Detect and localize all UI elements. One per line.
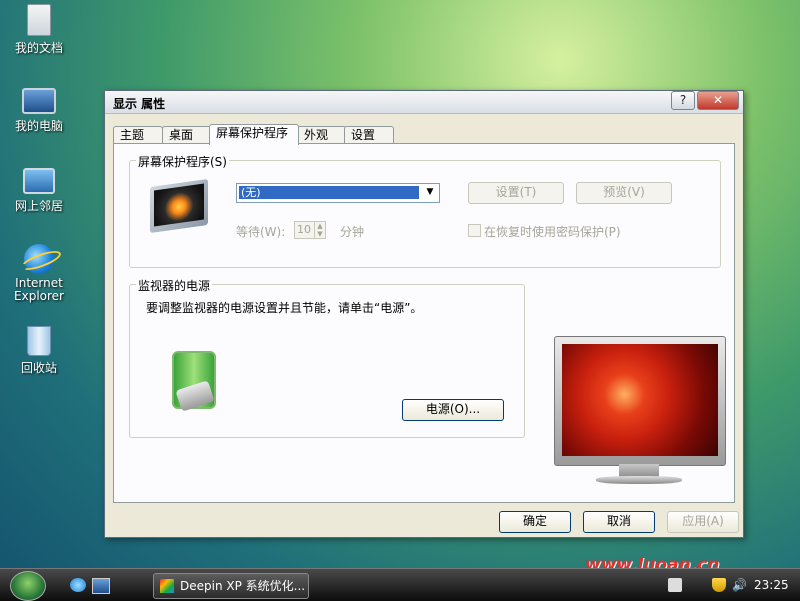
desktop-icon-documents[interactable]: 我的文档: [4, 4, 74, 56]
power-button[interactable]: 电源(O)...: [402, 399, 504, 421]
screensaver-preview-button[interactable]: 预览(V): [576, 182, 672, 204]
screensaver-group-label: 屏幕保护程序(S): [136, 153, 229, 170]
screensaver-select[interactable]: (无) ▼: [236, 183, 440, 203]
close-button[interactable]: ✕: [697, 91, 739, 110]
preview-screen: [562, 344, 718, 456]
desktop-icon-label: 我的文档: [14, 41, 63, 55]
power-description: 要调整监视器的电源设置并且节能，请单击“电源”。: [146, 301, 423, 315]
chevron-down-icon[interactable]: ▼: [422, 185, 438, 200]
dialog-title: 显示 属性: [113, 97, 166, 111]
ie-icon: [24, 244, 54, 274]
task-label: Deepin XP 系统优化...: [180, 579, 306, 593]
display-properties-dialog: 显示 属性 ? ✕ 主题 桌面 屏幕保护程序 外观 设置 屏幕保护程序(S) (…: [104, 90, 744, 538]
dialog-titlebar[interactable]: 显示 属性 ? ✕: [105, 91, 743, 114]
tab-settings[interactable]: 设置: [344, 126, 394, 144]
desktop-icon-label: 回收站: [20, 361, 57, 375]
screensaver-settings-button[interactable]: 设置(T): [468, 182, 564, 204]
app-icon: [160, 579, 174, 593]
keyboard-icon[interactable]: [668, 578, 682, 592]
clock[interactable]: 23:25: [754, 578, 789, 592]
documents-icon: [27, 4, 51, 36]
tab-appearance[interactable]: 外观: [297, 126, 347, 144]
wait-label: 等待(W):: [236, 225, 286, 239]
tab-screensaver[interactable]: 屏幕保护程序: [209, 124, 299, 145]
ok-button[interactable]: 确定: [499, 511, 571, 533]
desktop-icon-label: Internet Explorer: [14, 276, 64, 303]
taskbar: Deepin XP 系统优化... 🔊 23:25: [0, 568, 800, 601]
tab-themes[interactable]: 主题: [113, 126, 163, 144]
recycle-bin-icon: [27, 326, 51, 356]
screensaver-group: 屏幕保护程序(S) (无) ▼ 设置(T) 预览(V) 等待(W): 10 ▲ ▼…: [129, 153, 721, 268]
minutes-label: 分钟: [340, 225, 365, 239]
help-button[interactable]: ?: [671, 91, 695, 110]
taskbar-task-deepin[interactable]: Deepin XP 系统优化...: [153, 573, 309, 599]
start-button[interactable]: [10, 571, 46, 601]
preview-monitor-base: [596, 476, 682, 484]
desktop-icon-computer[interactable]: 我的电脑: [4, 82, 74, 134]
volume-icon[interactable]: 🔊: [732, 578, 747, 592]
power-group-label: 监视器的电源: [136, 277, 213, 294]
desktop-icon-label: 我的电脑: [14, 119, 63, 133]
screensaver-selected: (无): [239, 186, 419, 199]
monitor-icon: [150, 178, 208, 234]
cancel-button[interactable]: 取消: [583, 511, 655, 533]
desktop-icon-recycle-bin[interactable]: 回收站: [4, 326, 74, 376]
tab-desktop[interactable]: 桌面: [162, 126, 212, 144]
apply-button[interactable]: 应用(A): [667, 511, 739, 533]
spinner-arrows-icon[interactable]: ▲ ▼: [314, 222, 325, 238]
password-protect-checkbox[interactable]: [468, 224, 481, 237]
show-desktop-icon[interactable]: [92, 578, 110, 594]
security-shield-icon[interactable]: [712, 578, 726, 592]
monitor-power-group: 监视器的电源 要调整监视器的电源设置并且节能，请单击“电源”。 电源(O)...: [129, 277, 525, 438]
preview-monitor: [554, 336, 726, 466]
desktop-icon-label: 网上邻居: [14, 199, 63, 213]
network-icon: [23, 168, 55, 194]
wait-value: 10: [297, 223, 311, 236]
wait-minutes-spinner[interactable]: 10 ▲ ▼: [294, 221, 326, 239]
desktop-icon-network[interactable]: 网上邻居: [4, 162, 74, 214]
quicklaunch-ie-icon[interactable]: [70, 578, 86, 592]
password-protect-label: 在恢复时使用密码保护(P): [484, 225, 621, 239]
desktop-icon-ie[interactable]: Internet Explorer: [4, 244, 74, 303]
computer-icon: [22, 88, 56, 114]
screensaver-tab-panel: 屏幕保护程序(S) (无) ▼ 设置(T) 预览(V) 等待(W): 10 ▲ ▼…: [113, 143, 735, 503]
